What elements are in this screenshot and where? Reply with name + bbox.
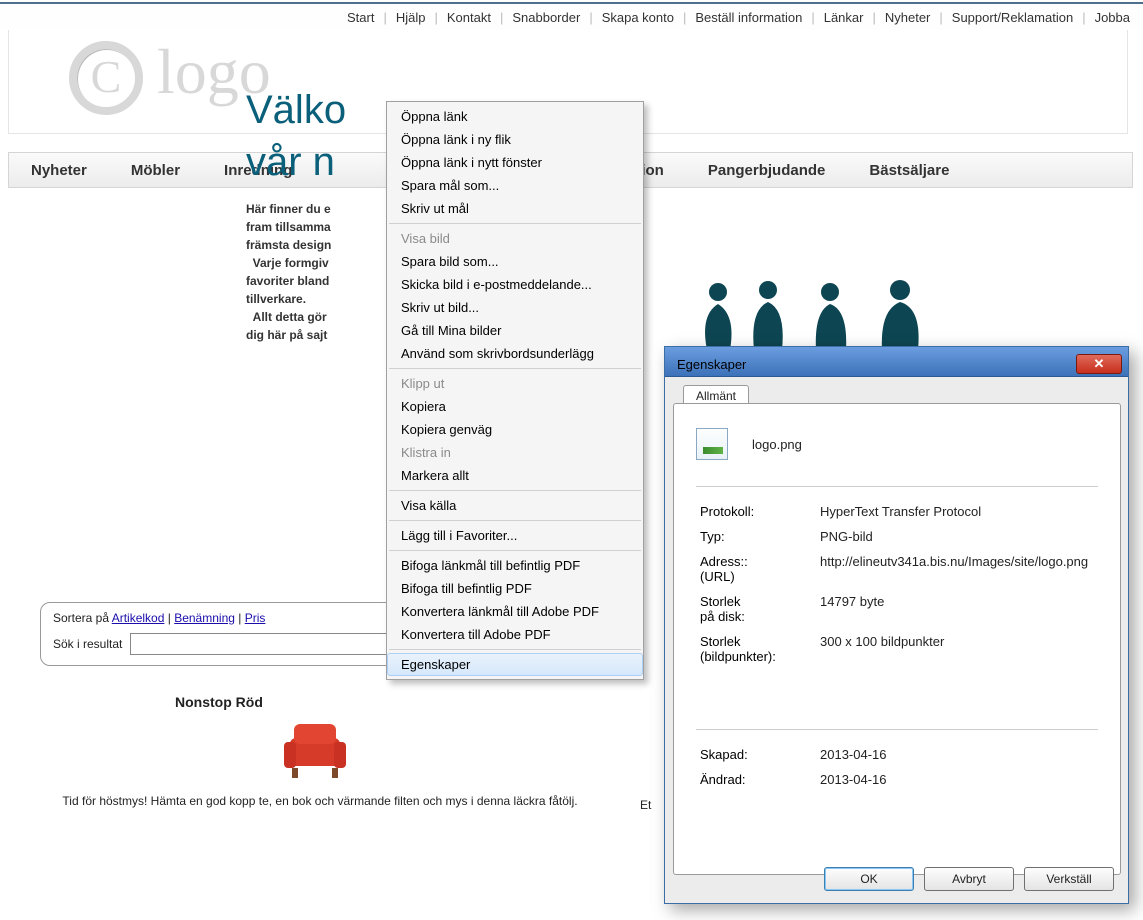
context-menu: Öppna länkÖppna länk i ny flikÖppna länk…: [386, 101, 644, 680]
context-menu-item[interactable]: Kopiera genväg: [387, 418, 643, 441]
context-menu-item[interactable]: Använd som skrivbordsunderlägg: [387, 342, 643, 365]
file-icon: [696, 428, 728, 460]
product-description: Tid för höstmys! Hämta en god kopp te, e…: [60, 794, 580, 808]
file-name: logo.png: [752, 437, 802, 452]
properties-table-1: Protokoll:HyperText Transfer ProtocolTyp…: [696, 499, 1098, 669]
prop-key: Protokoll:: [696, 499, 816, 524]
context-menu-item[interactable]: Visa källa: [387, 494, 643, 517]
dialog-body: logo.png Protokoll:HyperText Transfer Pr…: [673, 403, 1121, 875]
mainnav-item[interactable]: Möbler: [109, 162, 202, 179]
search-label: Sök i resultat: [53, 637, 122, 651]
hero-title: Välko vår n: [246, 84, 346, 188]
cancel-button[interactable]: Avbryt: [924, 867, 1014, 891]
prop-key: Storlek(bildpunkter):: [696, 629, 816, 669]
context-menu-item[interactable]: Lägg till i Favoriter...: [387, 524, 643, 547]
close-icon: ✕: [1094, 356, 1105, 371]
site-logo: Clogo: [69, 35, 271, 115]
context-menu-item: Visa bild: [387, 227, 643, 250]
context-menu-item[interactable]: Öppna länk i ny flik: [387, 128, 643, 151]
mainnav-item[interactable]: Pangerbjudande: [686, 162, 848, 179]
topnav-link[interactable]: Support/Reklamation: [949, 10, 1076, 25]
apply-button[interactable]: Verkställ: [1024, 867, 1114, 891]
sort-link-pris[interactable]: Pris: [245, 611, 266, 625]
context-menu-item[interactable]: Spara mål som...: [387, 174, 643, 197]
prop-key: Adress::(URL): [696, 549, 816, 589]
product-title: Nonstop Röd: [175, 694, 263, 710]
mainnav-item[interactable]: Bästsäljare: [847, 162, 971, 179]
context-menu-item[interactable]: Egenskaper: [387, 653, 643, 676]
sort-link-benamning[interactable]: Benämning: [174, 611, 235, 625]
sort-link-artikelkod[interactable]: Artikelkod: [112, 611, 165, 625]
context-menu-item[interactable]: Spara bild som...: [387, 250, 643, 273]
prop-value: PNG-bild: [816, 524, 1098, 549]
topnav-link[interactable]: Nyheter: [882, 10, 934, 25]
context-menu-item[interactable]: Skriv ut bild...: [387, 296, 643, 319]
context-menu-item[interactable]: Konvertera länkmål till Adobe PDF: [387, 600, 643, 623]
dialog-titlebar[interactable]: Egenskaper ✕: [665, 347, 1128, 377]
top-utility-nav: Start|Hjälp|Kontakt|Snabborder|Skapa kon…: [0, 2, 1143, 30]
product-image-armchair: [280, 720, 350, 780]
prop-value: 300 x 100 bildpunkter: [816, 629, 1098, 669]
product-2-snippet: Et: [640, 798, 651, 812]
context-menu-item: Klistra in: [387, 441, 643, 464]
close-button[interactable]: ✕: [1076, 354, 1122, 374]
sort-label: Sortera på: [53, 611, 109, 625]
topnav-link[interactable]: Kontakt: [444, 10, 494, 25]
topnav-link[interactable]: Länkar: [821, 10, 867, 25]
prop-value: 2013-04-16: [816, 742, 1098, 767]
topnav-link[interactable]: Hjälp: [393, 10, 429, 25]
copyright-icon: C: [69, 41, 143, 115]
people-silhouette-graphic: [700, 280, 940, 350]
prop-value: 14797 byte: [816, 589, 1098, 629]
ok-button[interactable]: OK: [824, 867, 914, 891]
prop-key: Typ:: [696, 524, 816, 549]
context-menu-item[interactable]: Kopiera: [387, 395, 643, 418]
context-menu-item: Klipp ut: [387, 372, 643, 395]
context-menu-item[interactable]: Bifoga till befintlig PDF: [387, 577, 643, 600]
context-menu-item[interactable]: Markera allt: [387, 464, 643, 487]
topnav-link[interactable]: Skapa konto: [599, 10, 677, 25]
context-menu-item[interactable]: Bifoga länkmål till befintlig PDF: [387, 554, 643, 577]
mainnav-item[interactable]: Nyheter: [9, 162, 109, 179]
properties-dialog: Egenskaper ✕ Allmänt logo.png Protokoll:…: [664, 346, 1129, 904]
context-menu-item[interactable]: Skicka bild i e-postmeddelande...: [387, 273, 643, 296]
topnav-link[interactable]: Start: [344, 10, 377, 25]
prop-key: Storlekpå disk:: [696, 589, 816, 629]
prop-key: Skapad:: [696, 742, 816, 767]
prop-value: 2013-04-16: [816, 767, 1098, 792]
prop-value: HyperText Transfer Protocol: [816, 499, 1098, 524]
topnav-link[interactable]: Beställ information: [692, 10, 805, 25]
dialog-title: Egenskaper: [677, 357, 746, 372]
context-menu-item[interactable]: Öppna länk: [387, 105, 643, 128]
topnav-link[interactable]: Snabborder: [509, 10, 583, 25]
prop-key: Ändrad:: [696, 767, 816, 792]
context-menu-item[interactable]: Gå till Mina bilder: [387, 319, 643, 342]
prop-value: http://elineutv341a.bis.nu/Images/site/l…: [816, 549, 1098, 589]
context-menu-item[interactable]: Skriv ut mål: [387, 197, 643, 220]
context-menu-item[interactable]: Öppna länk i nytt fönster: [387, 151, 643, 174]
properties-table-2: Skapad:2013-04-16Ändrad:2013-04-16: [696, 742, 1098, 792]
context-menu-item[interactable]: Konvertera till Adobe PDF: [387, 623, 643, 646]
topnav-link[interactable]: Jobba: [1092, 10, 1133, 25]
